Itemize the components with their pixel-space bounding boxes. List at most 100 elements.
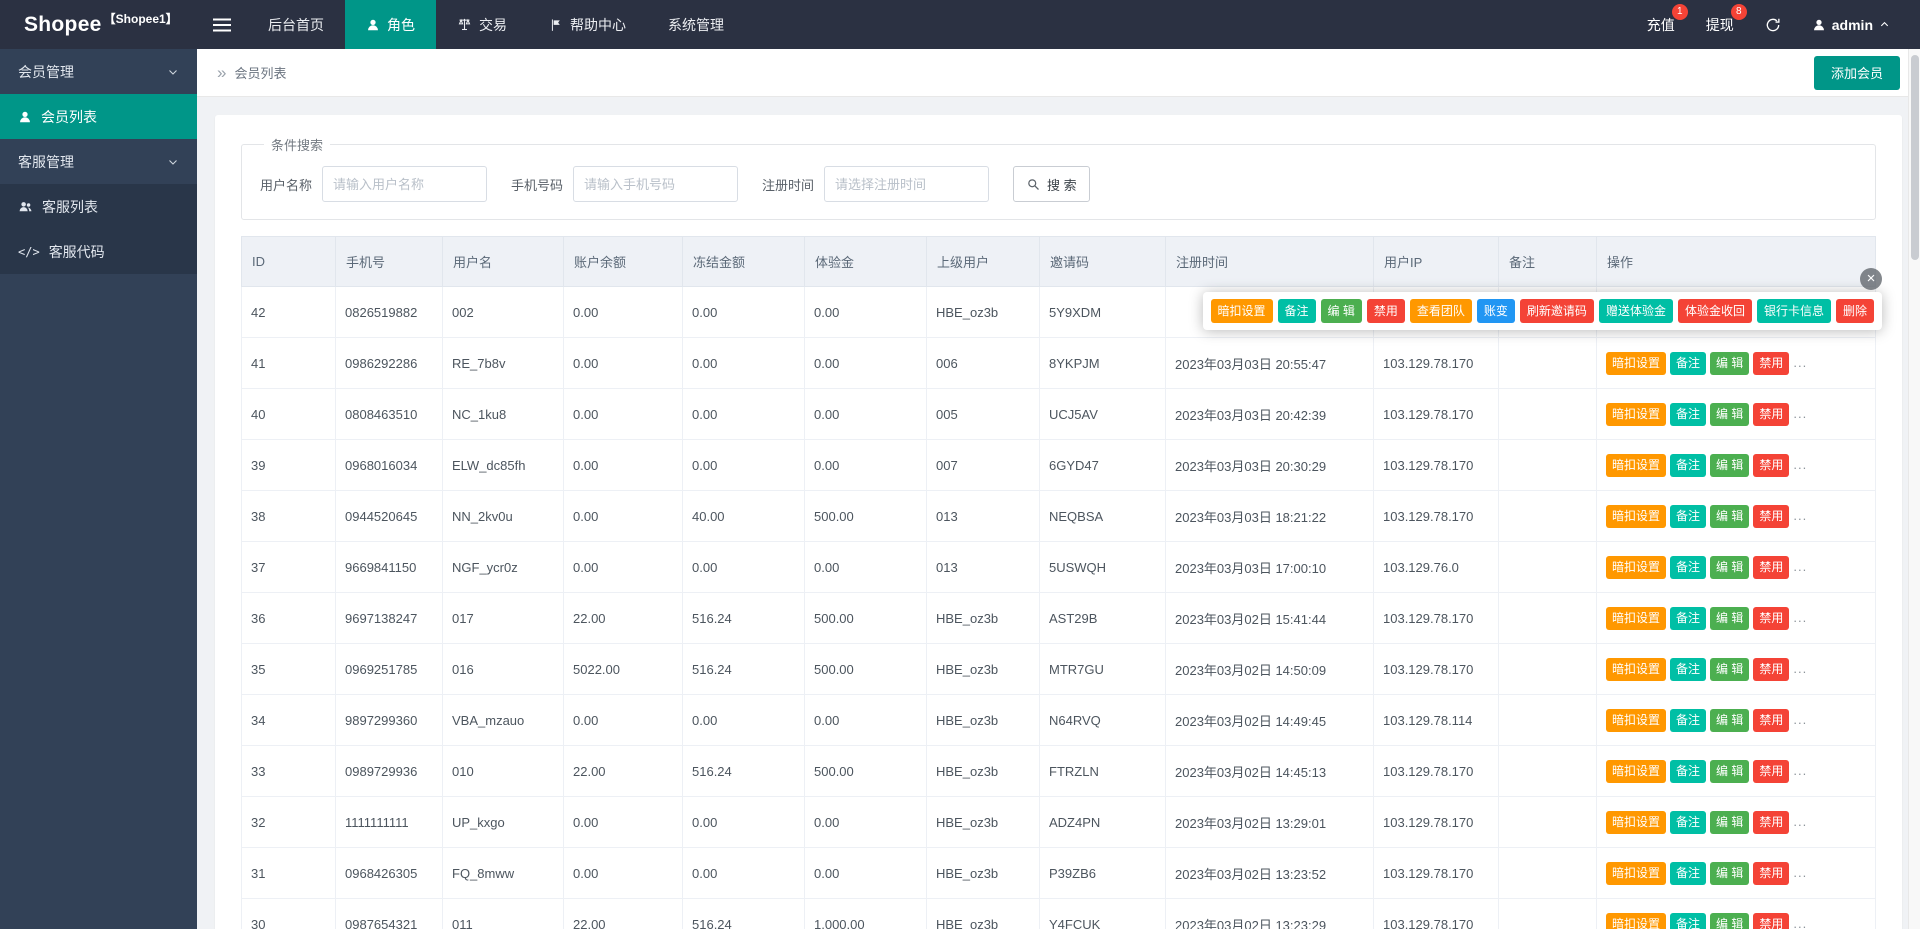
nav-item-help-center[interactable]: 帮助中心 — [528, 0, 647, 49]
more-actions-button[interactable]: ... — [1793, 763, 1807, 778]
hidden-deduct-settings-button[interactable]: 暗扣设置 — [1606, 453, 1667, 477]
recall-trial-bonus-button[interactable]: 体验金收回 — [1677, 299, 1752, 323]
vertical-scrollbar[interactable] — [1908, 49, 1920, 929]
view-team-button[interactable]: 查看团队 — [1409, 299, 1472, 323]
nav-item-roles[interactable]: 角色 — [345, 0, 436, 49]
hidden-deduct-settings-button[interactable]: 暗扣设置 — [1606, 861, 1667, 885]
more-actions-button[interactable]: ... — [1793, 406, 1807, 421]
remark-button[interactable]: 备注 — [1670, 861, 1707, 885]
remark-button[interactable]: 备注 — [1670, 912, 1707, 929]
phone-input[interactable] — [573, 166, 739, 202]
remark-button[interactable]: 备注 — [1670, 606, 1707, 630]
edit-button[interactable]: 编 辑 — [1710, 810, 1750, 834]
withdraw-button[interactable]: 提现 8 — [1706, 3, 1747, 35]
remark-button[interactable]: 备注 — [1670, 402, 1707, 426]
nav-item-transactions[interactable]: 交易 — [436, 0, 528, 49]
edit-button[interactable]: 编 辑 — [1710, 759, 1750, 783]
edit-button[interactable]: 编 辑 — [1710, 657, 1750, 681]
edit-button[interactable]: 编 辑 — [1710, 555, 1750, 579]
trial-bonus-cell: 0.00 — [804, 796, 927, 848]
edit-button[interactable]: 编 辑 — [1320, 299, 1362, 323]
more-actions-button[interactable]: ... — [1793, 712, 1807, 727]
delete-button[interactable]: 删除 — [1835, 299, 1874, 323]
hidden-deduct-settings-button[interactable]: 暗扣设置 — [1606, 810, 1667, 834]
balance-change-button[interactable]: 账变 — [1476, 299, 1515, 323]
sidebar-group-member-management[interactable]: 会员管理 — [0, 49, 197, 94]
edit-button[interactable]: 编 辑 — [1710, 912, 1750, 929]
table-header-row: ID 手机号 用户名 账户余额 冻结金额 体验金 上级用户 邀请码 注册时间 用户IP 备注 操作 — [241, 236, 1876, 287]
more-actions-button[interactable]: ... — [1793, 661, 1807, 676]
hidden-deduct-settings-button[interactable]: 暗扣设置 — [1606, 657, 1667, 681]
remark-button[interactable]: 备注 — [1670, 810, 1707, 834]
hidden-deduct-settings-button[interactable]: 暗扣设置 — [1606, 912, 1667, 929]
edit-button[interactable]: 编 辑 — [1710, 606, 1750, 630]
frozen-amount-cell: 0.00 — [682, 337, 805, 389]
hidden-deduct-settings-button[interactable]: 暗扣设置 — [1606, 351, 1667, 375]
disable-button[interactable]: 禁用 — [1753, 504, 1790, 528]
admin-menu[interactable]: admin — [1812, 17, 1890, 33]
disable-button[interactable]: 禁用 — [1753, 453, 1790, 477]
remark-button[interactable]: 备注 — [1670, 504, 1707, 528]
add-member-button[interactable]: 添加会员 — [1813, 55, 1900, 90]
remark-button[interactable]: 备注 — [1670, 453, 1707, 477]
hidden-deduct-settings-button[interactable]: 暗扣设置 — [1606, 708, 1667, 732]
edit-button[interactable]: 编 辑 — [1710, 861, 1750, 885]
trial-bonus-cell: 0.00 — [804, 541, 927, 593]
more-actions-button[interactable]: ... — [1793, 559, 1807, 574]
search-button[interactable]: 搜 索 — [1013, 166, 1090, 202]
gift-trial-bonus-button[interactable]: 赠送体验金 — [1598, 299, 1673, 323]
reg-time-input[interactable] — [824, 166, 990, 202]
remark-button[interactable]: 备注 — [1277, 299, 1316, 323]
more-actions-button[interactable]: ... — [1793, 865, 1807, 880]
sidebar-item-support-code[interactable]: </> 客服代码 — [0, 229, 197, 274]
nav-item-system[interactable]: 系统管理 — [647, 0, 745, 49]
more-actions-button[interactable]: ... — [1793, 457, 1807, 472]
hidden-deduct-settings-button[interactable]: 暗扣设置 — [1606, 402, 1667, 426]
disable-button[interactable]: 禁用 — [1753, 759, 1790, 783]
hidden-deduct-settings-button[interactable]: 暗扣设置 — [1606, 504, 1667, 528]
more-actions-button[interactable]: ... — [1793, 508, 1807, 523]
disable-button[interactable]: 禁用 — [1753, 555, 1790, 579]
refresh-invite-code-button[interactable]: 刷新邀请码 — [1519, 299, 1594, 323]
disable-button[interactable]: 禁用 — [1753, 606, 1790, 630]
sidebar-toggle-button[interactable] — [197, 0, 247, 49]
hidden-deduct-settings-button[interactable]: 暗扣设置 — [1606, 555, 1667, 579]
disable-button[interactable]: 禁用 — [1753, 810, 1790, 834]
recharge-button[interactable]: 充值 1 — [1647, 3, 1688, 35]
hidden-deduct-settings-button[interactable]: 暗扣设置 — [1210, 299, 1273, 323]
remark-button[interactable]: 备注 — [1670, 351, 1707, 375]
disable-button[interactable]: 禁用 — [1366, 299, 1405, 323]
sidebar-item-member-list[interactable]: 会员列表 — [0, 94, 197, 139]
disable-button[interactable]: 禁用 — [1753, 657, 1790, 681]
nav-item-dashboard[interactable]: 后台首页 — [247, 0, 345, 49]
more-actions-button[interactable]: ... — [1793, 355, 1807, 370]
frozen-amount-cell: 0.00 — [682, 694, 805, 746]
disable-button[interactable]: 禁用 — [1753, 861, 1790, 885]
remark-button[interactable]: 备注 — [1670, 657, 1707, 681]
sidebar-group-support-management[interactable]: 客服管理 — [0, 139, 197, 184]
user-ip-cell: 103.129.78.170 — [1373, 388, 1499, 440]
disable-button[interactable]: 禁用 — [1753, 708, 1790, 732]
remark-button[interactable]: 备注 — [1670, 759, 1707, 783]
edit-button[interactable]: 编 辑 — [1710, 402, 1750, 426]
close-icon[interactable]: × — [1860, 268, 1882, 290]
refresh-button[interactable] — [1765, 17, 1781, 33]
edit-button[interactable]: 编 辑 — [1710, 453, 1750, 477]
edit-button[interactable]: 编 辑 — [1710, 708, 1750, 732]
more-actions-button[interactable]: ... — [1793, 916, 1807, 929]
hidden-deduct-settings-button[interactable]: 暗扣设置 — [1606, 759, 1667, 783]
edit-button[interactable]: 编 辑 — [1710, 351, 1750, 375]
username-input[interactable] — [322, 166, 488, 202]
remark-button[interactable]: 备注 — [1670, 555, 1707, 579]
disable-button[interactable]: 禁用 — [1753, 351, 1790, 375]
more-actions-button[interactable]: ... — [1793, 814, 1807, 829]
sidebar-item-support-list[interactable]: 客服列表 — [0, 184, 197, 229]
edit-button[interactable]: 编 辑 — [1710, 504, 1750, 528]
hidden-deduct-settings-button[interactable]: 暗扣设置 — [1606, 606, 1667, 630]
remark-button[interactable]: 备注 — [1670, 708, 1707, 732]
disable-button[interactable]: 禁用 — [1753, 912, 1790, 929]
bank-card-info-button[interactable]: 银行卡信息 — [1756, 299, 1831, 323]
more-actions-button[interactable]: ... — [1793, 610, 1807, 625]
disable-button[interactable]: 禁用 — [1753, 402, 1790, 426]
scrollbar-thumb[interactable] — [1911, 55, 1919, 260]
